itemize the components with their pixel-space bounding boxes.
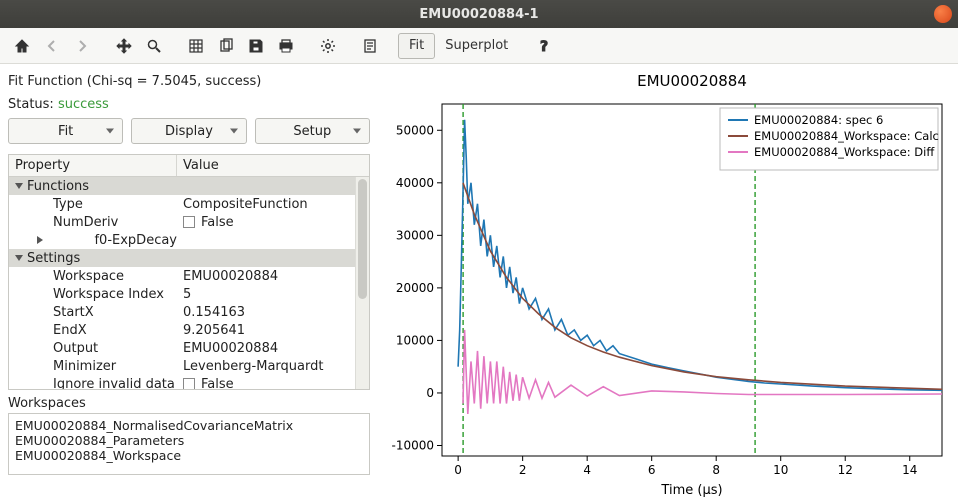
- svg-text:-10000: -10000: [391, 438, 434, 452]
- list-item[interactable]: EMU00020884_Parameters: [15, 433, 363, 448]
- section-settings[interactable]: Settings: [9, 249, 369, 267]
- window-title: EMU00020884-1: [0, 7, 958, 22]
- svg-text:EMU00020884_Workspace: Diff: EMU00020884_Workspace: Diff: [754, 145, 935, 159]
- scrollbar[interactable]: [355, 177, 369, 389]
- col-header-value[interactable]: Value: [177, 155, 369, 176]
- display-dropdown[interactable]: Display: [131, 118, 246, 144]
- status-row: Status: success: [8, 97, 370, 112]
- chevron-down-icon: [230, 129, 238, 134]
- prop-numderiv[interactable]: NumDerivFalse: [9, 213, 369, 231]
- fit-dropdown[interactable]: Fit: [8, 118, 123, 144]
- toolbar: Fit Superplot ?: [0, 28, 958, 64]
- prop-output[interactable]: OutputEMU00020884: [9, 339, 369, 357]
- superplot-button[interactable]: Superplot: [437, 32, 516, 60]
- svg-text:14: 14: [902, 463, 917, 477]
- col-header-property[interactable]: Property: [9, 155, 177, 176]
- prop-endx[interactable]: EndX9.205641: [9, 321, 369, 339]
- list-item[interactable]: EMU00020884_NormalisedCovarianceMatrix: [15, 418, 363, 433]
- prop-f0[interactable]: f0-ExpDecay: [9, 231, 369, 249]
- print-icon[interactable]: [272, 32, 300, 60]
- settings-gear-icon[interactable]: [314, 32, 342, 60]
- svg-text:10000: 10000: [396, 333, 434, 347]
- svg-text:0: 0: [426, 386, 434, 400]
- grid-icon[interactable]: [182, 32, 210, 60]
- svg-text:12: 12: [838, 463, 853, 477]
- collapse-icon[interactable]: [15, 183, 23, 189]
- checkbox-icon[interactable]: [183, 216, 195, 228]
- chevron-down-icon: [106, 129, 114, 134]
- svg-text:0: 0: [454, 463, 462, 477]
- svg-text:Time (μs): Time (μs): [660, 483, 722, 498]
- collapse-icon[interactable]: [15, 255, 23, 261]
- chart[interactable]: EMU00020884 -10000 0 10000 20000 30000 40000 50…: [380, 64, 958, 504]
- svg-text:50000: 50000: [396, 123, 434, 137]
- titlebar: EMU00020884-1: [0, 0, 958, 28]
- prop-type[interactable]: TypeCompositeFunction: [9, 195, 369, 213]
- copy-icon[interactable]: [212, 32, 240, 60]
- home-icon[interactable]: [8, 32, 36, 60]
- scroll-thumb[interactable]: [358, 179, 367, 299]
- script-icon[interactable]: [356, 32, 384, 60]
- svg-text:EMU00020884: EMU00020884: [637, 72, 747, 90]
- svg-text:4: 4: [583, 463, 591, 477]
- help-icon[interactable]: ?: [530, 32, 558, 60]
- status-label: Status:: [8, 97, 58, 112]
- prop-workspace[interactable]: WorkspaceEMU00020884: [9, 267, 369, 285]
- property-grid[interactable]: Property Value Functions TypeCompositeFu…: [8, 154, 370, 390]
- svg-text:EMU00020884_Workspace: Calc: EMU00020884_Workspace: Calc: [754, 129, 939, 143]
- expand-icon[interactable]: [37, 236, 90, 244]
- section-functions[interactable]: Functions: [9, 177, 369, 195]
- workspaces-list[interactable]: EMU00020884_NormalisedCovarianceMatrix E…: [8, 413, 370, 475]
- svg-text:30000: 30000: [396, 228, 434, 242]
- chart-area[interactable]: EMU00020884 -10000 0 10000 20000 30000 40000 50…: [380, 64, 958, 504]
- fit-panel: Fit Function (Chi-sq = 7.5045, success) …: [0, 64, 380, 504]
- svg-text:2: 2: [519, 463, 527, 477]
- status-value: success: [58, 97, 109, 112]
- chevron-down-icon: [353, 129, 361, 134]
- prop-startx[interactable]: StartX0.154163: [9, 303, 369, 321]
- window-close-button[interactable]: [934, 5, 952, 23]
- svg-text:6: 6: [648, 463, 656, 477]
- svg-text:40000: 40000: [396, 176, 434, 190]
- svg-text:EMU00020884: spec 6: EMU00020884: spec 6: [754, 113, 883, 127]
- setup-dropdown[interactable]: Setup: [255, 118, 370, 144]
- prop-ignore[interactable]: Ignore invalid dataFalse: [9, 375, 369, 390]
- prop-workspace-index[interactable]: Workspace Index5: [9, 285, 369, 303]
- back-icon[interactable]: [38, 32, 66, 60]
- fit-function-header: Fit Function (Chi-sq = 7.5045, success): [8, 74, 370, 89]
- list-item[interactable]: EMU00020884_Workspace: [15, 448, 363, 463]
- forward-icon[interactable]: [68, 32, 96, 60]
- svg-text:10: 10: [773, 463, 788, 477]
- svg-text:?: ?: [540, 39, 548, 54]
- pan-icon[interactable]: [110, 32, 138, 60]
- zoom-icon[interactable]: [140, 32, 168, 60]
- workspaces-label: Workspaces: [8, 396, 370, 411]
- fit-toolbar-button[interactable]: Fit: [398, 33, 435, 59]
- prop-minimizer[interactable]: MinimizerLevenberg-Marquardt: [9, 357, 369, 375]
- save-icon[interactable]: [242, 32, 270, 60]
- checkbox-icon[interactable]: [183, 378, 195, 390]
- svg-text:20000: 20000: [396, 281, 434, 295]
- svg-text:8: 8: [712, 463, 720, 477]
